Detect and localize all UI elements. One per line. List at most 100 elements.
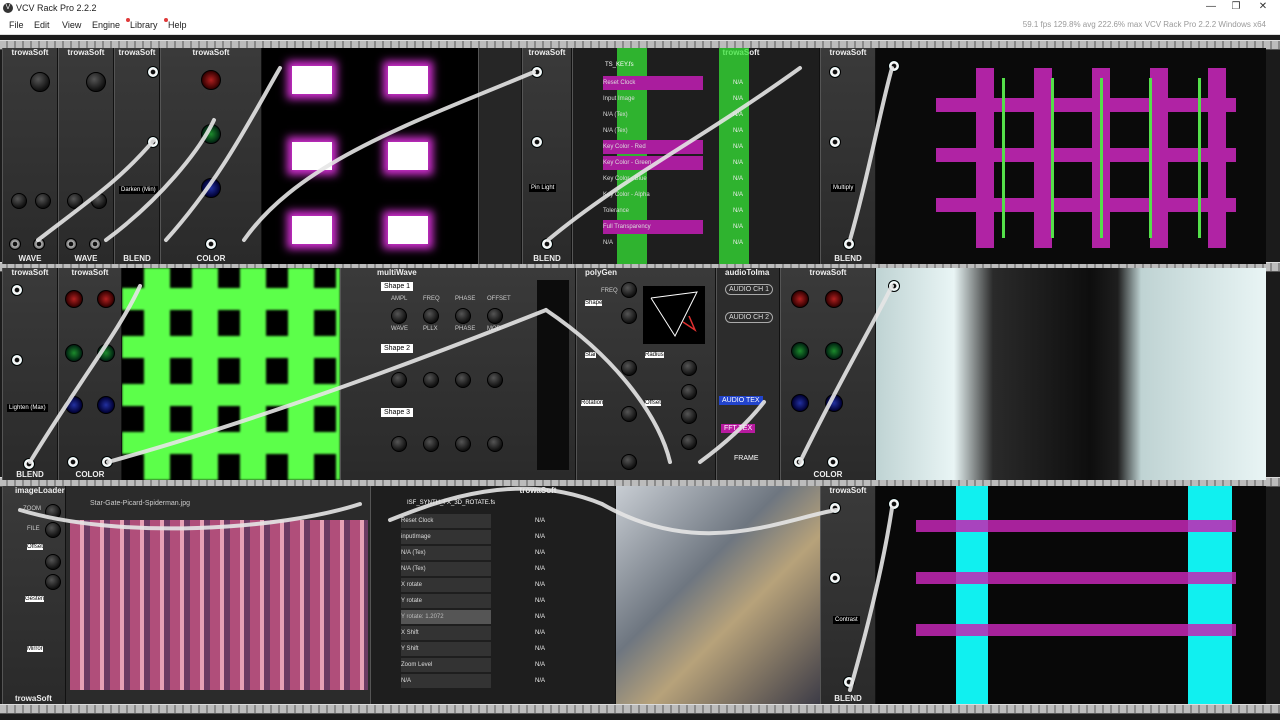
param-row[interactable]: N/A (Tex) bbox=[603, 108, 703, 122]
param-row[interactable]: X Shift bbox=[401, 626, 491, 640]
param-row[interactable]: Key Color - Red bbox=[603, 140, 703, 154]
red-knob[interactable] bbox=[65, 290, 83, 308]
amp-knob[interactable] bbox=[35, 193, 51, 209]
file-knob[interactable] bbox=[45, 522, 61, 538]
input-a-jack[interactable] bbox=[829, 502, 841, 514]
color-in-jack[interactable] bbox=[67, 456, 79, 468]
red-contrast-knob[interactable] bbox=[825, 290, 843, 308]
menu-help[interactable]: Help bbox=[164, 18, 187, 30]
minimize-button[interactable]: — bbox=[1200, 1, 1222, 12]
color-out-jack[interactable] bbox=[101, 456, 113, 468]
blue-knob[interactable] bbox=[791, 394, 809, 412]
blend-module-2[interactable]: trowaSoft Pin Light BLEND bbox=[522, 48, 572, 264]
blue-contrast-knob[interactable] bbox=[825, 394, 843, 412]
param-row[interactable]: N/A bbox=[401, 674, 491, 688]
blue-knob[interactable] bbox=[201, 178, 221, 198]
param-row[interactable]: Zoom Level bbox=[401, 658, 491, 672]
param-row[interactable]: N/A bbox=[603, 236, 703, 250]
frame-button[interactable]: FRAME bbox=[731, 454, 762, 463]
phase-knob[interactable] bbox=[455, 308, 471, 324]
wave-module-1[interactable]: trowaSoft WAVE bbox=[2, 48, 58, 264]
wave-knob[interactable] bbox=[86, 72, 106, 92]
freq-jack[interactable] bbox=[9, 238, 21, 250]
input-a-jack[interactable] bbox=[531, 66, 543, 78]
green-knob[interactable] bbox=[791, 342, 809, 360]
multiwave-module[interactable]: multiWave Shape 1 Shape 2 Shape 3 AMPL F… bbox=[340, 268, 576, 480]
radius-y-knob[interactable] bbox=[681, 384, 697, 400]
blend-module-3[interactable]: trowaSoft Multiply BLEND bbox=[820, 48, 876, 264]
input-a-jack[interactable] bbox=[147, 66, 159, 78]
wave-module-2[interactable]: trowaSoft WAVE bbox=[58, 48, 114, 264]
param-row[interactable]: Reset Clock bbox=[401, 514, 491, 528]
param-row[interactable]: N/A (Tex) bbox=[401, 562, 491, 576]
display-input-jack[interactable] bbox=[888, 498, 900, 510]
blend-out-jack[interactable] bbox=[843, 238, 855, 250]
input-b-jack[interactable] bbox=[531, 136, 543, 148]
input-b-jack[interactable] bbox=[829, 136, 841, 148]
offset-y-knob[interactable] bbox=[45, 574, 61, 590]
param-row[interactable]: Y rotate bbox=[401, 594, 491, 608]
freq-knob[interactable] bbox=[423, 372, 439, 388]
key-shader-module[interactable]: trowaSoft TS_KEY.fs Reset Clock Input Im… bbox=[572, 48, 820, 264]
wave-knob[interactable] bbox=[30, 72, 50, 92]
display-input-jack[interactable] bbox=[888, 280, 900, 292]
menu-library[interactable]: Library bbox=[126, 18, 158, 30]
blend-module-5[interactable]: trowaSoft Contrast BLEND bbox=[820, 486, 876, 704]
param-row[interactable]: inputImage bbox=[401, 530, 491, 544]
freq-jack[interactable] bbox=[65, 238, 77, 250]
speed-jack[interactable] bbox=[33, 238, 45, 250]
color-out-jack[interactable] bbox=[827, 456, 839, 468]
offset-x-knob[interactable] bbox=[45, 554, 61, 570]
red-knob[interactable] bbox=[791, 290, 809, 308]
param-row[interactable]: Full Transparency bbox=[603, 220, 703, 234]
rotation-knob[interactable] bbox=[621, 406, 637, 422]
y-knob[interactable] bbox=[621, 454, 637, 470]
offset-knob[interactable] bbox=[487, 436, 503, 452]
phase-knob[interactable] bbox=[11, 193, 27, 209]
green-contrast-knob[interactable] bbox=[825, 342, 843, 360]
param-row[interactable]: Input Image bbox=[603, 92, 703, 106]
green-knob[interactable] bbox=[65, 344, 83, 362]
offset-x-knob[interactable] bbox=[681, 408, 697, 424]
phase-knob[interactable] bbox=[67, 193, 83, 209]
offset-knob[interactable] bbox=[487, 308, 503, 324]
radius-knob[interactable] bbox=[681, 360, 697, 376]
blue-knob[interactable] bbox=[65, 396, 83, 414]
input-b-jack[interactable] bbox=[147, 136, 159, 148]
freq-knob[interactable] bbox=[423, 308, 439, 324]
param-row[interactable]: Tolerance bbox=[603, 204, 703, 218]
menu-file[interactable]: File bbox=[9, 20, 24, 30]
shape-knob[interactable] bbox=[621, 308, 637, 324]
green-knob[interactable] bbox=[201, 124, 221, 144]
ampl-knob[interactable] bbox=[391, 372, 407, 388]
green-contrast-knob[interactable] bbox=[97, 344, 115, 362]
close-button[interactable]: ✕ bbox=[1252, 1, 1274, 12]
freq-knob[interactable] bbox=[621, 282, 637, 298]
param-row[interactable]: Y Shift bbox=[401, 642, 491, 656]
color-out-jack[interactable] bbox=[205, 238, 217, 250]
param-row[interactable]: Key Color - Blue bbox=[603, 172, 703, 186]
blend-module-1[interactable]: trowaSoft Darken (Min) BLEND bbox=[114, 48, 160, 264]
freq-knob[interactable] bbox=[423, 436, 439, 452]
speed-jack[interactable] bbox=[89, 238, 101, 250]
zoom-knob[interactable] bbox=[45, 504, 61, 520]
param-row[interactable]: N/A (Tex) bbox=[603, 124, 703, 138]
polygen-module[interactable]: polyGen FREQ Shape Star Radius Rotation … bbox=[576, 268, 716, 480]
color-module-2[interactable]: trowaSoft COLOR bbox=[58, 268, 122, 480]
input-b-jack[interactable] bbox=[829, 572, 841, 584]
input-a-jack[interactable] bbox=[11, 284, 23, 296]
menu-view[interactable]: View bbox=[62, 20, 81, 30]
color-module-3[interactable]: trowaSoft COLOR bbox=[780, 268, 876, 480]
blend-out-jack[interactable] bbox=[541, 238, 553, 250]
input-b-jack[interactable] bbox=[11, 354, 23, 366]
blend-module-4[interactable]: trowaSoft Lighten (Max) BLEND bbox=[2, 268, 58, 480]
menu-engine[interactable]: Engine bbox=[92, 20, 120, 30]
param-row[interactable]: X rotate bbox=[401, 578, 491, 592]
color-in-jack[interactable] bbox=[793, 456, 805, 468]
phase-knob[interactable] bbox=[455, 372, 471, 388]
ampl-knob[interactable] bbox=[391, 308, 407, 324]
isf-shader-module[interactable]: trowaSoft ISF_SYNTH_FX_3D_ROTATE.fs Rese… bbox=[370, 486, 616, 704]
blue-contrast-knob[interactable] bbox=[97, 396, 115, 414]
amp-knob[interactable] bbox=[91, 193, 107, 209]
blend-out-jack[interactable] bbox=[23, 458, 35, 470]
